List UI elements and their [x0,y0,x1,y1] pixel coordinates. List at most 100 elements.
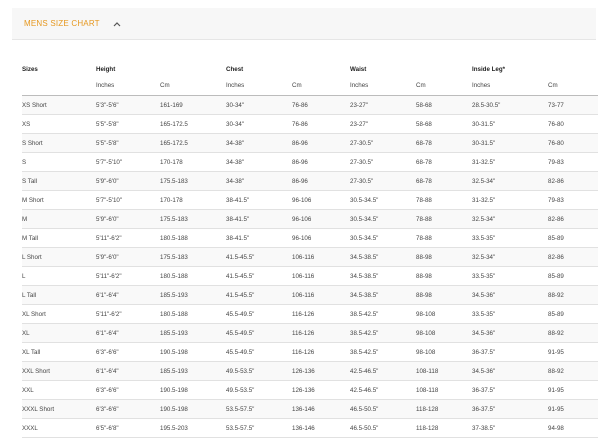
leg-inches-cell: 34.5-36" [472,329,496,337]
height-inches-cell: 5'3"-5'6" [96,101,119,109]
waist-inches-cell: 34.5-38.5" [350,272,379,280]
height-cm-cell: 175.5-183 [160,253,188,261]
table-row: L Short 5'9"-6'0" 175.5-183 41.5-45.5" 106-1… [22,247,599,267]
leg-cm-cell: 91-95 [548,405,564,413]
header-chest: Chest [226,65,244,73]
table-row: XXL Short 6'1"-6'4" 185.5-193 49.5-53.5" 126… [22,361,599,381]
waist-cm-cell: 68-78 [416,177,432,185]
size-cell: S Short [22,139,43,147]
size-cell: XXL [22,386,34,394]
chest-inches-cell: 49.5-53.5" [226,367,255,375]
height-inches-cell: 6'3"-6'6" [96,405,119,413]
chest-inches-cell: 49.5-53.5" [226,386,255,394]
chest-cm-cell: 76-86 [292,101,308,109]
chest-inches-cell: 53.5-57.5" [226,405,255,413]
table-row: M Short 5'7"-5'10" 170-178 38-41.5" 96-106 30… [22,191,599,210]
table-row: XXXL 6'5"-6'8" 195.5-203 53.5-57.5" 136-146 4… [22,419,599,438]
height-cm-cell: 195.5-203 [160,424,188,432]
header-height: Height [96,65,116,73]
waist-cm-cell: 68-78 [416,139,432,147]
leg-cm-cell: 91-95 [548,386,564,394]
waist-cm-cell: 98-108 [416,348,436,356]
size-cell: M Tall [22,234,39,242]
size-cell: XL Tall [22,348,41,356]
chest-cm-cell: 126-136 [292,367,315,375]
chest-inches-cell: 30-34" [226,101,245,109]
waist-cm-cell: 108-118 [416,386,439,394]
waist-inches-cell: 27-30.5" [350,177,374,185]
chest-cm-cell: 116-126 [292,310,315,318]
leg-cm-cell: 85-89 [548,234,564,242]
leg-cm-cell: 85-89 [548,272,564,280]
leg-cm-cell: 82-86 [548,215,564,223]
chest-inches-cell: 45.5-49.5" [226,329,255,337]
waist-cm-cell: 118-128 [416,405,439,413]
chest-inches-cell: 34-38" [226,177,245,185]
table-row: XL 6'1"-6'4" 185.5-193 45.5-49.5" 116-126 38.… [22,323,599,343]
leg-inches-cell: 30-31.5" [472,120,496,128]
height-inches-cell: 5'9"-6'0" [96,215,119,223]
chest-cm-cell: 86-96 [292,139,308,147]
leg-inches-cell: 36-37.5" [472,348,496,356]
subheader-leg-inches: Inches [472,76,549,96]
height-cm-cell: 170-178 [160,196,183,204]
waist-inches-cell: 46.5-50.5" [350,424,379,432]
table-row: XS 5'5"-5'8" 165-172.5 30-34" 76-86 23-27" 58-… [22,115,599,134]
height-cm-cell: 170-178 [160,158,183,166]
height-inches-cell: 5'11"-6'2" [96,272,122,280]
size-table-body: XS Short 5'3"-5'6" 161-169 30-34" 76-86 23-27… [22,95,599,438]
chest-inches-cell: 38-41.5" [226,215,250,223]
chest-inches-cell: 38-41.5" [226,234,250,242]
size-chart-accordion-header[interactable]: MENS SIZE CHART [12,8,596,40]
leg-cm-cell: 94-98 [548,424,564,432]
height-inches-cell: 6'3"-6'6" [96,386,119,394]
header-waist: Waist [350,65,367,73]
table-row: XL Tall 6'3"-6'6" 190.5-198 45.5-49.5" 116-1… [22,343,599,362]
height-cm-cell: 180.5-188 [160,272,188,280]
waist-cm-cell: 78-88 [416,234,432,242]
chest-inches-cell: 41.5-45.5" [226,272,255,280]
chest-inches-cell: 38-41.5" [226,196,250,204]
size-cell: L Tall [22,291,37,299]
table-row: M Tall 5'11"-6'2" 180.5-188 38-41.5" 96-106 3… [22,229,599,248]
chest-inches-cell: 41.5-45.5" [226,253,255,261]
leg-cm-cell: 79-83 [548,196,564,204]
size-cell: XL Short [22,310,46,318]
table-row: XXXL Short 6'3"-6'6" 190.5-198 53.5-57.5" 13… [22,399,599,419]
height-cm-cell: 161-169 [160,101,183,109]
leg-inches-cell: 33.5-35" [472,234,496,242]
waist-cm-cell: 68-78 [416,158,432,166]
leg-inches-cell: 30-31.5" [472,139,496,147]
waist-cm-cell: 78-88 [416,196,432,204]
table-row: S 5'7"-5'10" 170-178 34-38" 86-96 27-30.5" 68-… [22,153,599,172]
waist-cm-cell: 78-88 [416,215,432,223]
chest-inches-cell: 53.5-57.5" [226,424,255,432]
chest-cm-cell: 136-146 [292,405,315,413]
height-cm-cell: 175.5-183 [160,215,188,223]
waist-inches-cell: 30.5-34.5" [350,215,379,223]
waist-inches-cell: 27-30.5" [350,158,374,166]
waist-cm-cell: 88-98 [416,291,432,299]
chevron-up-icon[interactable] [111,18,123,30]
table-row: XXL 6'3"-6'6" 190.5-198 49.5-53.5" 126-136 42… [22,381,599,400]
waist-cm-cell: 118-128 [416,424,439,432]
table-row: L Tall 6'1"-6'4" 185.5-193 41.5-45.5" 106-11… [22,285,599,305]
size-cell: XL [22,329,30,337]
subheader-height-cm: Cm [160,76,226,96]
chest-cm-cell: 96-106 [292,215,312,223]
waist-inches-cell: 23-27" [350,101,369,109]
unit-header-row: Inches Cm Inches Cm Inches Cm Inches Cm [22,76,599,96]
header-sizes: Sizes [22,65,38,73]
height-cm-cell: 165-172.5 [160,139,188,147]
height-inches-cell: 6'3"-6'6" [96,348,119,356]
subheader-chest-inches: Inches [226,76,292,96]
height-inches-cell: 5'5"-5'8" [96,139,119,147]
height-inches-cell: 5'11"-6'2" [96,310,122,318]
group-header-row: Sizes Height Chest Waist Inside Leg* [22,62,598,76]
height-inches-cell: 5'11"-6'2" [96,234,122,242]
height-inches-cell: 6'1"-6'4" [96,291,119,299]
leg-cm-cell: 88-92 [548,291,564,299]
leg-inches-cell: 33.5-35" [472,272,496,280]
size-cell: S Tall [22,177,38,185]
waist-inches-cell: 23-27" [350,120,369,128]
